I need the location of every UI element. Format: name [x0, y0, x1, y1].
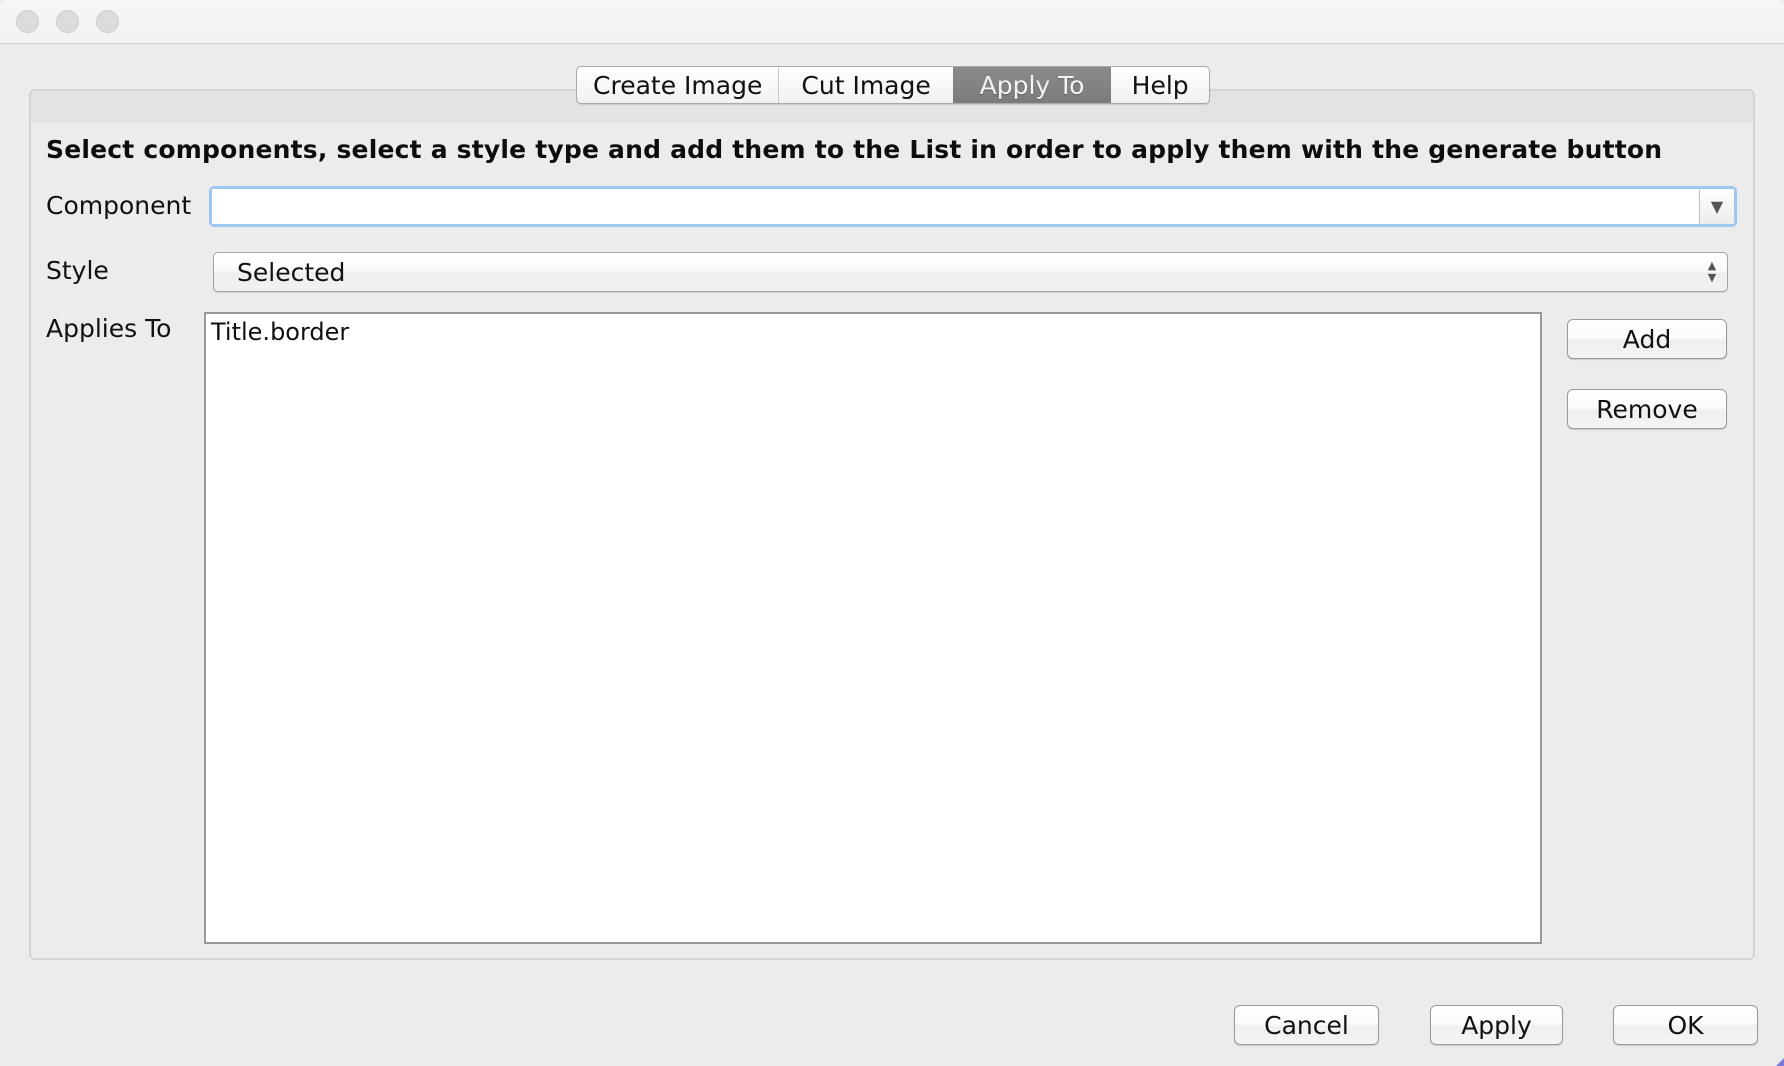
tab-apply-to[interactable]: Apply To	[952, 67, 1112, 103]
minimize-window-button[interactable]	[56, 10, 79, 33]
tab-create-image[interactable]: Create Image	[577, 67, 780, 103]
ok-button[interactable]: OK	[1613, 1005, 1758, 1045]
instructions-heading: Select components, select a style type a…	[46, 135, 1663, 164]
resize-grip-icon[interactable]	[1776, 1058, 1784, 1066]
component-label: Component	[46, 191, 192, 220]
applies-to-label: Applies To	[46, 314, 172, 343]
tab-bar: Create Image Cut Image Apply To Help	[576, 66, 1210, 104]
applies-to-list[interactable]: Title.border	[204, 312, 1542, 944]
close-window-button[interactable]	[16, 10, 39, 33]
chevron-down-icon: ▼	[1710, 197, 1724, 216]
component-combobox[interactable]: ▼	[209, 186, 1737, 227]
style-select[interactable]: Selected ▲ ▼	[213, 252, 1728, 292]
window-title-bar	[0, 0, 1784, 44]
list-item[interactable]: Title.border	[206, 314, 1540, 348]
tab-help[interactable]: Help	[1111, 67, 1209, 103]
add-button[interactable]: Add	[1567, 319, 1727, 359]
component-input[interactable]	[212, 189, 1700, 224]
apply-button[interactable]: Apply	[1430, 1005, 1563, 1045]
style-selected-value: Selected	[237, 257, 346, 287]
zoom-window-button[interactable]	[96, 10, 119, 33]
cancel-button[interactable]: Cancel	[1234, 1005, 1379, 1045]
up-down-arrows-icon: ▲ ▼	[1707, 259, 1717, 284]
tab-cut-image[interactable]: Cut Image	[779, 67, 952, 103]
component-dropdown-button[interactable]: ▼	[1700, 189, 1734, 224]
remove-button[interactable]: Remove	[1567, 389, 1727, 429]
style-label: Style	[46, 256, 109, 285]
